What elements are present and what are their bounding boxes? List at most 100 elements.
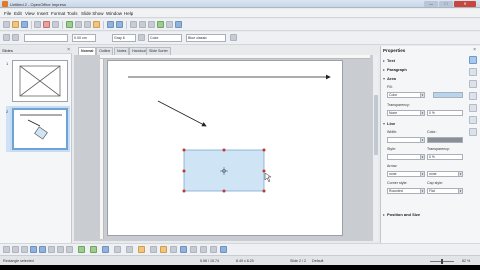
maximize-button[interactable]: □ [439, 1, 453, 7]
tab-slide-sorter[interactable]: Slide Sorter [146, 47, 171, 55]
line-transparency-percent[interactable]: 0 % [427, 154, 463, 160]
properties-deck-icon[interactable] [469, 56, 477, 64]
vertical-scrollbar[interactable] [372, 55, 378, 241]
menu-insert[interactable]: Insert [37, 11, 48, 16]
callouts-icon[interactable] [126, 246, 133, 253]
text-icon[interactable] [48, 246, 55, 253]
spellcheck-icon[interactable] [66, 21, 73, 28]
gallery-icon[interactable] [180, 246, 187, 253]
line-color-select[interactable]: Gray 6 [112, 34, 136, 42]
undo-icon[interactable] [107, 21, 114, 28]
tab-outline[interactable]: Outline [96, 47, 114, 55]
help-icon[interactable] [175, 21, 182, 28]
menu-slide-show[interactable]: Slide Show [81, 11, 104, 16]
status-zoom[interactable]: 82 % [462, 259, 470, 263]
export-pdf-icon[interactable] [43, 21, 50, 28]
area-transparency-percent[interactable]: 0 % [427, 110, 463, 116]
slide-thumbnail-2[interactable] [12, 108, 68, 150]
tab-normal[interactable]: Normal [78, 47, 97, 55]
zoom-slider-knob[interactable] [441, 259, 443, 264]
menu-window[interactable]: Window [106, 11, 122, 16]
slide-canvas[interactable] [107, 60, 343, 236]
corner-style-select[interactable]: Rounded ▾ [387, 188, 425, 194]
arrange-icon[interactable] [210, 246, 217, 253]
cut-icon[interactable] [75, 21, 82, 28]
area-transparency-select[interactable]: None ▾ [387, 110, 425, 116]
custom-animation-deck-icon[interactable] [469, 80, 477, 88]
new-icon[interactable] [3, 21, 10, 28]
draw-arrow-icon[interactable] [21, 246, 28, 253]
menu-help[interactable]: Help [124, 11, 133, 16]
extrusion-icon[interactable] [220, 246, 227, 253]
edit-file-icon[interactable] [34, 21, 41, 28]
area-color-select[interactable]: Blue classic [186, 34, 226, 42]
minimize-button[interactable]: — [424, 1, 438, 7]
menu-edit[interactable]: Edit [14, 11, 22, 16]
select-icon[interactable] [3, 246, 10, 253]
area-style-select[interactable]: Color [148, 34, 182, 42]
rotate-icon[interactable] [190, 246, 197, 253]
menu-file[interactable]: File [4, 11, 11, 16]
fill-color-select[interactable] [433, 92, 463, 98]
section-position-and-size[interactable]: ▸ Position and Size [383, 212, 467, 218]
menu-tools[interactable]: Tools [67, 11, 78, 16]
draw-line-icon[interactable] [12, 246, 19, 253]
scrollbar-thumb[interactable] [374, 95, 378, 155]
fontwork-icon[interactable] [160, 246, 167, 253]
draw-rectangle-icon[interactable] [30, 246, 37, 253]
cap-style-select[interactable]: Flat ▾ [427, 188, 463, 194]
open-icon[interactable] [12, 21, 19, 28]
line-width-field[interactable]: 0.00 cm [72, 34, 96, 42]
copy-icon[interactable] [84, 21, 91, 28]
arrow-style-icon[interactable] [12, 34, 19, 41]
fill-select[interactable]: Color ▾ [387, 92, 425, 98]
arrow-end-select[interactable]: none ▾ [427, 171, 463, 177]
shadow-icon[interactable] [230, 34, 237, 41]
line-color-select[interactable] [427, 137, 463, 143]
image-icon[interactable] [148, 21, 155, 28]
flowcharts-icon[interactable] [114, 246, 121, 253]
curve-icon[interactable] [57, 246, 64, 253]
line-style-select[interactable]: ▾ [387, 154, 425, 160]
area-icon[interactable] [138, 34, 145, 41]
gallery-deck-icon[interactable] [469, 116, 477, 124]
symbol-shapes-icon[interactable] [90, 246, 97, 253]
menu-view[interactable]: View [25, 11, 35, 16]
navigator-icon[interactable] [157, 21, 164, 28]
chart-icon[interactable] [130, 21, 137, 28]
print-icon[interactable] [52, 21, 59, 28]
from-file-icon[interactable] [170, 246, 177, 253]
section-paragraph[interactable]: ▸ Paragraph [383, 67, 467, 73]
paste-icon[interactable] [93, 21, 100, 28]
navigator-deck-icon[interactable] [469, 128, 477, 136]
save-icon[interactable] [21, 21, 28, 28]
styles-deck-icon[interactable] [469, 104, 477, 112]
slide-thumbnail-1[interactable] [12, 60, 68, 102]
line-style-select[interactable] [24, 34, 68, 42]
menu-format[interactable]: Format [51, 11, 65, 16]
section-line[interactable]: ▾ Line [383, 121, 467, 127]
redo-icon[interactable] [116, 21, 123, 28]
tab-notes[interactable]: Notes [114, 47, 130, 55]
basic-shapes-icon[interactable] [78, 246, 85, 253]
arrow-label: Arrow: [387, 164, 398, 168]
table-icon[interactable] [139, 21, 146, 28]
zoom-icon[interactable] [166, 21, 173, 28]
section-area[interactable]: ▾ Area [383, 76, 467, 82]
arrow-start-select[interactable]: none ▾ [387, 171, 425, 177]
points-icon[interactable] [150, 246, 157, 253]
line-width-select[interactable]: ▾ [387, 137, 425, 143]
draw-ellipse-icon[interactable] [39, 246, 46, 253]
close-button[interactable]: ✕ [454, 1, 476, 7]
stars-icon[interactable] [138, 246, 145, 253]
line-icon[interactable] [3, 34, 10, 41]
window-title: Untitled 2 - OpenOffice Impress [10, 2, 66, 7]
align-icon[interactable] [200, 246, 207, 253]
section-text[interactable]: ▸ Text [383, 58, 467, 64]
block-arrows-icon[interactable] [102, 246, 109, 253]
master-pages-deck-icon[interactable] [469, 68, 477, 76]
connector-icon[interactable] [66, 246, 73, 253]
slide-transition-deck-icon[interactable] [469, 92, 477, 100]
properties-close-icon[interactable]: × [473, 47, 476, 53]
slides-pane-close-icon[interactable]: × [67, 47, 70, 53]
